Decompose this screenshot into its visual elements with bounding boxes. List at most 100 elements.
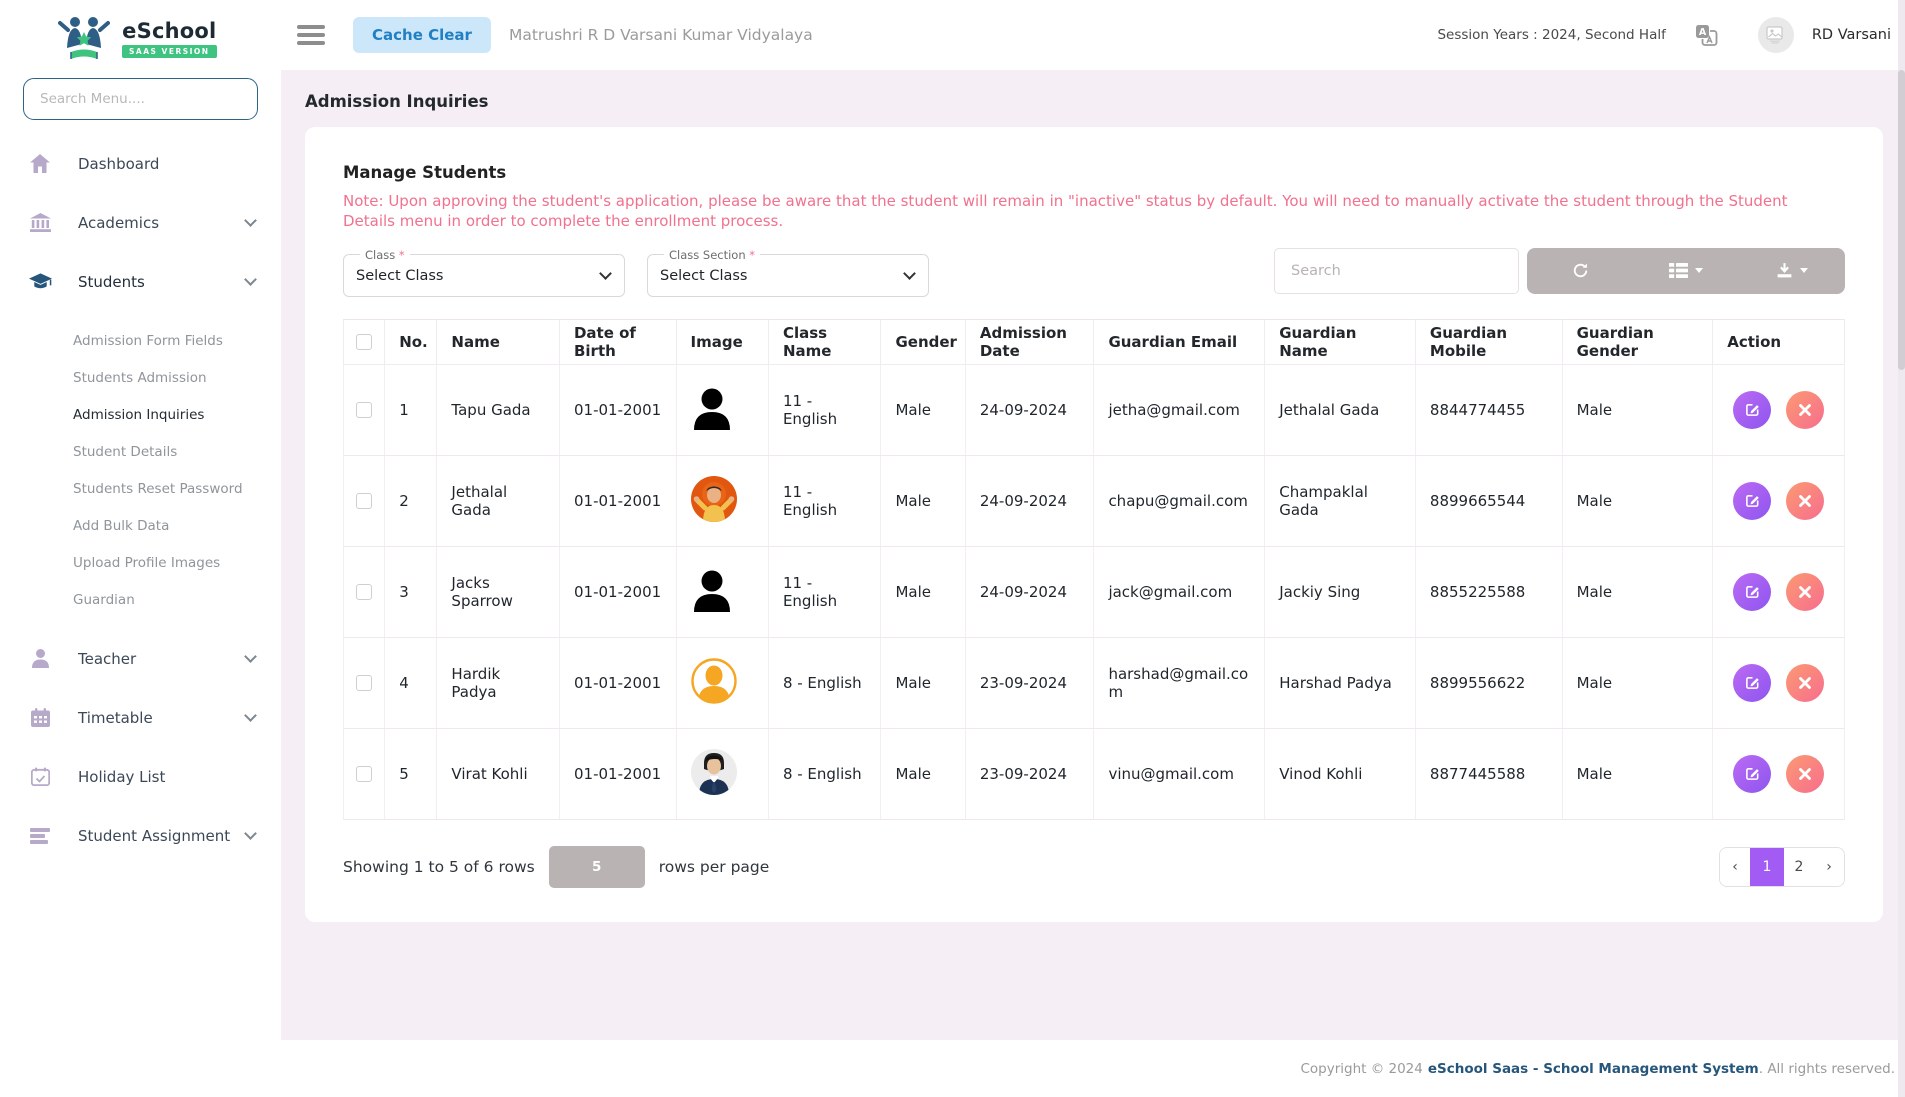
scrollbar-track[interactable]	[1898, 0, 1905, 1097]
showing-rows-text: Showing 1 to 5 of 6 rows	[343, 858, 535, 876]
column-header-guardian-name[interactable]: Guardian Name	[1265, 319, 1416, 364]
edit-button[interactable]	[1733, 755, 1771, 793]
cache-clear-button[interactable]: Cache Clear	[353, 17, 491, 53]
topbar: Cache Clear Matrushri R D Varsani Kumar …	[281, 0, 1905, 70]
delete-button[interactable]	[1786, 664, 1824, 702]
app-logo[interactable]: eSchool SAAS VERSION	[0, 0, 281, 68]
hamburger-menu-icon[interactable]	[297, 25, 325, 45]
edit-button[interactable]	[1733, 391, 1771, 429]
column-header-class-name[interactable]: Class Name	[768, 319, 881, 364]
row-checkbox[interactable]	[356, 584, 372, 600]
edit-button[interactable]	[1733, 573, 1771, 611]
columns-button[interactable]	[1633, 248, 1739, 294]
class-section-select[interactable]: Select Class	[660, 268, 916, 284]
pagination-page-2[interactable]: 2	[1784, 848, 1814, 886]
footer-brand-link[interactable]: eSchool Saas - School Management System	[1428, 1061, 1759, 1077]
cell-guardian-gender: Male	[1562, 546, 1713, 637]
scrollbar-thumb[interactable]	[1898, 70, 1905, 370]
cell-dob: 01-01-2001	[559, 364, 676, 455]
page-size-dropdown[interactable]: 5	[549, 846, 645, 888]
column-header-guardian-gender[interactable]: Guardian Gender	[1562, 319, 1713, 364]
sidebar-item-guardian[interactable]: Guardian	[0, 581, 281, 618]
sidebar-item-academics[interactable]: Academics	[0, 193, 281, 252]
cell-name: Virat Kohli	[437, 728, 560, 819]
cell-no: 2	[385, 455, 437, 546]
sidebar-item-timetable[interactable]: Timetable	[0, 688, 281, 747]
user-avatar[interactable]	[1758, 17, 1794, 53]
translate-icon[interactable]: A	[1694, 23, 1718, 47]
sidebar-item-holiday-list[interactable]: Holiday List	[0, 747, 281, 806]
pagination-next-button[interactable]: ›	[1814, 848, 1844, 886]
cell-guardian-name: Jethalal Gada	[1265, 364, 1416, 455]
pagination: ‹ 1 2 ›	[1719, 847, 1845, 887]
cell-guardian-gender: Male	[1562, 637, 1713, 728]
sidebar-item-dashboard[interactable]: Dashboard	[0, 134, 281, 193]
rights-text: . All rights reserved.	[1759, 1061, 1895, 1077]
sidebar-item-teacher[interactable]: Teacher	[0, 629, 281, 688]
sidebar-search-input[interactable]	[23, 78, 258, 120]
column-header-action[interactable]: Action	[1713, 319, 1845, 364]
delete-button[interactable]	[1786, 755, 1824, 793]
table-search-input[interactable]	[1274, 248, 1519, 294]
profile-photo-avatar	[691, 476, 737, 522]
cell-dob: 01-01-2001	[559, 546, 676, 637]
column-header-guardian-email[interactable]: Guardian Email	[1094, 319, 1265, 364]
row-checkbox[interactable]	[356, 766, 372, 782]
topbar-right: Session Years : 2024, Second Half A RD V…	[1437, 17, 1891, 53]
edit-icon	[1745, 766, 1760, 781]
filters-row: Class * Select Class Class Section * Sel…	[343, 248, 1845, 297]
cell-image	[676, 364, 768, 455]
column-header-admission-date[interactable]: Admission Date	[965, 319, 1094, 364]
refresh-button[interactable]	[1527, 248, 1633, 294]
row-checkbox[interactable]	[356, 493, 372, 509]
edit-button[interactable]	[1733, 664, 1771, 702]
cell-class-name: 11 - English	[768, 455, 881, 546]
select-all-checkbox[interactable]	[356, 334, 372, 350]
edit-button[interactable]	[1733, 482, 1771, 520]
sidebar-item-upload-profile-images[interactable]: Upload Profile Images	[0, 544, 281, 581]
cell-gender: Male	[881, 546, 965, 637]
class-select[interactable]: Select Class	[356, 268, 612, 284]
cell-image	[676, 546, 768, 637]
eschool-logo-icon	[58, 14, 110, 62]
copyright-text: Copyright © 2024	[1300, 1061, 1422, 1077]
row-checkbox[interactable]	[356, 675, 372, 691]
delete-button[interactable]	[1786, 573, 1824, 611]
column-header-image[interactable]: Image	[676, 319, 768, 364]
male-silhouette-avatar	[691, 568, 733, 612]
row-checkbox[interactable]	[356, 402, 372, 418]
pagination-page-1[interactable]: 1	[1750, 848, 1784, 886]
approval-note: Note: Upon approving the student's appli…	[343, 192, 1823, 232]
table-row: 1 Tapu Gada 01-01-2001 11 - English Male…	[344, 364, 1845, 455]
delete-button[interactable]	[1786, 482, 1824, 520]
sidebar-item-student-details[interactable]: Student Details	[0, 433, 281, 470]
delete-button[interactable]	[1786, 391, 1824, 429]
sidebar-item-admission-form-fields[interactable]: Admission Form Fields	[0, 322, 281, 359]
cell-dob: 01-01-2001	[559, 455, 676, 546]
column-header-name[interactable]: Name	[437, 319, 560, 364]
sidebar-item-add-bulk-data[interactable]: Add Bulk Data	[0, 507, 281, 544]
user-name[interactable]: RD Varsani	[1812, 27, 1891, 43]
sidebar-item-students-reset-password[interactable]: Students Reset Password	[0, 470, 281, 507]
close-icon	[1799, 677, 1811, 689]
sidebar-item-admission-inquiries[interactable]: Admission Inquiries	[0, 396, 281, 433]
sidebar-item-label: Academics	[78, 214, 159, 232]
column-header-gender[interactable]: Gender	[881, 319, 965, 364]
card-heading: Manage Students	[343, 163, 1845, 182]
export-button[interactable]	[1739, 248, 1845, 294]
cell-guardian-email: harshad@gmail.com	[1094, 637, 1265, 728]
cell-class-name: 8 - English	[768, 637, 881, 728]
column-header-no[interactable]: No.	[385, 319, 437, 364]
column-header-dob[interactable]: Date of Birth	[559, 319, 676, 364]
pagination-prev-button[interactable]: ‹	[1720, 848, 1750, 886]
sidebar-item-student-assignment[interactable]: Student Assignment	[0, 806, 281, 865]
brand-badge: SAAS VERSION	[122, 45, 217, 58]
cell-admission-date: 24-09-2024	[965, 364, 1094, 455]
cell-admission-date: 24-09-2024	[965, 546, 1094, 637]
column-header-guardian-mobile[interactable]: Guardian Mobile	[1415, 319, 1562, 364]
chevron-down-icon	[599, 267, 612, 280]
sidebar-item-students-admission[interactable]: Students Admission	[0, 359, 281, 396]
sidebar-item-students[interactable]: Students	[0, 252, 281, 311]
class-section-select-value: Select Class	[660, 268, 748, 284]
cell-image	[676, 455, 768, 546]
